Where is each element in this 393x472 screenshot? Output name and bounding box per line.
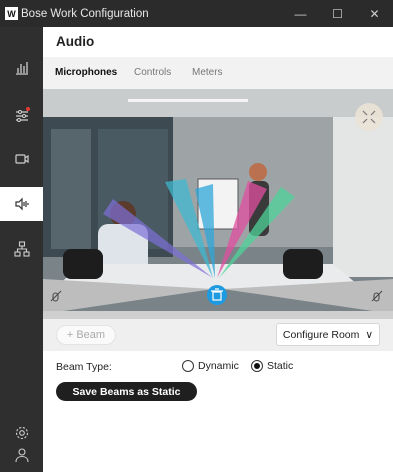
tab-controls[interactable]: Controls (134, 67, 171, 78)
add-beam-label: Beam (76, 329, 106, 341)
radio-static-label: Static (267, 360, 294, 372)
page-header: Audio (43, 27, 393, 57)
radio-circle-dynamic[interactable] (182, 360, 194, 372)
radio-dynamic[interactable]: Dynamic (182, 360, 239, 372)
sliders-icon (15, 107, 30, 122)
video-camera-icon (14, 154, 29, 164)
app-logo-icon: W (5, 7, 18, 20)
speaker-icon (14, 197, 29, 211)
window-title: Bose Work Configuration (21, 7, 149, 20)
sidebar-item-controls[interactable] (0, 98, 43, 132)
radio-static[interactable]: Static (251, 360, 293, 372)
tab-bar: Microphones Controls Meters (43, 57, 393, 89)
title-bar: W Bose Work Configuration — ☐ ✕ (0, 0, 393, 27)
configure-room-label: Configure Room (282, 328, 360, 341)
beam-type-label: Beam Type: (56, 361, 112, 373)
configure-room-dropdown[interactable]: Configure Room ∨ (276, 323, 380, 346)
beam-controls-row: + Beam Configure Room ∨ (43, 319, 393, 351)
sidebar-item-meters[interactable] (0, 51, 43, 85)
radio-circle-static[interactable] (251, 360, 263, 372)
chevron-down-icon: ∨ (365, 328, 374, 341)
tab-meters[interactable]: Meters (192, 67, 223, 78)
trash-icon (207, 285, 227, 305)
network-icon (13, 241, 30, 257)
sidebar-item-account[interactable] (0, 438, 43, 472)
radio-dynamic-label: Dynamic (198, 360, 239, 372)
page-title: Audio (56, 34, 95, 49)
save-beams-static-button[interactable]: Save Beams as Static (56, 382, 197, 401)
beam-type-section: Beam Type: Dynamic Static Save Beams as … (43, 351, 393, 472)
user-icon (14, 448, 29, 463)
close-button[interactable]: ✕ (356, 0, 393, 27)
sidebar-item-audio[interactable] (0, 187, 43, 221)
camera-view[interactable] (43, 89, 393, 319)
sidebar (0, 27, 43, 472)
maximize-button[interactable]: ☐ (319, 0, 356, 27)
sidebar-item-network[interactable] (0, 232, 43, 266)
bar-chart-icon (15, 62, 28, 75)
add-beam-button[interactable]: + Beam (56, 325, 116, 345)
expand-icon (355, 103, 383, 131)
tab-microphones[interactable]: Microphones (55, 67, 117, 78)
minimize-button[interactable]: — (282, 0, 319, 27)
plus-icon: + (66, 329, 74, 341)
sidebar-item-camera[interactable] (0, 142, 43, 176)
